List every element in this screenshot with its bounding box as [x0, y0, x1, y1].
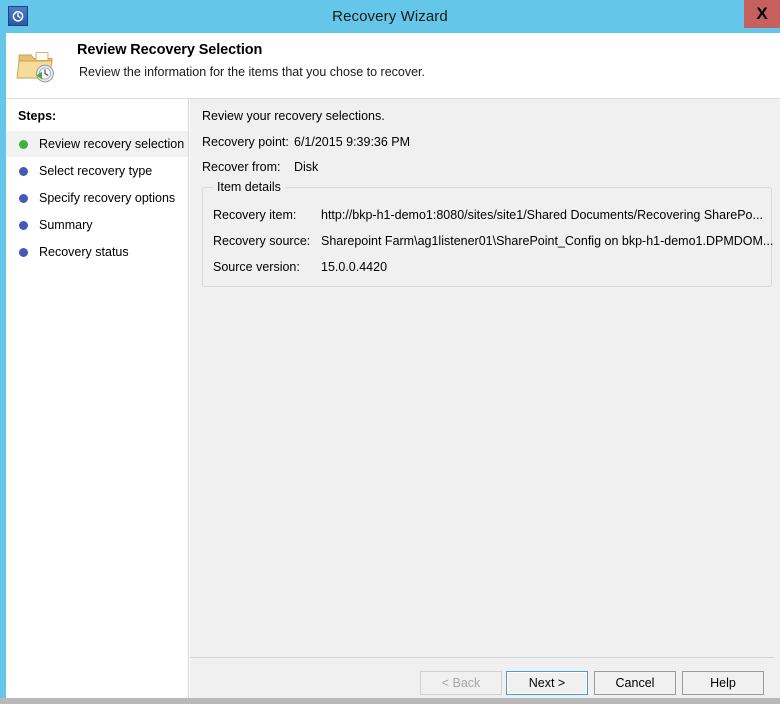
folder-recovery-icon: [16, 46, 58, 86]
window-bottom-border: [0, 698, 780, 704]
recovery-point-row: Recovery point: 6/1/2015 9:39:36 PM: [202, 135, 410, 149]
item-details-legend: Item details: [213, 180, 285, 194]
step-bullet-icon: [19, 247, 28, 257]
step-bullet-icon: [19, 139, 28, 149]
source-version-row: Source version: 15.0.0.4420: [213, 260, 387, 274]
item-details-group: Item details Recovery item: http://bkp-h1…: [202, 180, 773, 287]
intro-text: Review your recovery selections.: [202, 109, 385, 123]
back-button[interactable]: < Back: [420, 671, 502, 695]
recovery-source-label: Recovery source:: [213, 234, 311, 248]
sidebar-item-label: Summary: [39, 218, 93, 232]
main-content-panel: Review your recovery selections. Recover…: [190, 98, 780, 698]
source-version-value: 15.0.0.4420: [321, 260, 388, 274]
sidebar-item-label: Select recovery type: [39, 164, 153, 178]
help-button[interactable]: Help: [682, 671, 764, 695]
next-button[interactable]: Next >: [506, 671, 588, 695]
steps-heading: Steps:: [18, 109, 57, 123]
source-version-label: Source version:: [213, 260, 300, 274]
page-header: Review Recovery Selection Review the inf…: [6, 33, 780, 98]
recover-from-value: Disk: [294, 160, 319, 174]
recovery-source-row: Recovery source: Sharepoint Farm\ag1liste…: [213, 234, 773, 248]
sidebar-item-summary[interactable]: Summary: [6, 212, 188, 238]
close-icon[interactable]: X: [744, 0, 780, 28]
window-title: Recovery Wizard: [332, 8, 448, 25]
step-bullet-icon: [19, 193, 28, 203]
sidebar-item-specify-recovery-options[interactable]: Specify recovery options: [6, 185, 188, 211]
page-subtitle: Review the information for the items tha…: [79, 65, 426, 79]
recovery-item-label: Recovery item:: [213, 208, 297, 222]
sidebar-item-label: Review recovery selection: [39, 137, 185, 151]
recovery-item-value: http://bkp-h1-demo1:8080/sites/site1/Sha…: [321, 208, 763, 222]
recovery-source-value: Sharepoint Farm\ag1listener01\SharePoint…: [321, 234, 774, 248]
sidebar-item-label: Specify recovery options: [39, 191, 176, 205]
sidebar-item-review-recovery-selection[interactable]: Review recovery selection: [6, 131, 188, 157]
recovery-point-value: 6/1/2015 9:39:36 PM: [294, 135, 411, 149]
step-bullet-icon: [19, 220, 28, 230]
page-title: Review Recovery Selection: [77, 42, 263, 58]
recovery-wizard-window: Recovery Wizard X Review Recovery Select…: [0, 0, 780, 704]
recover-from-label: Recover from:: [202, 160, 281, 174]
recovery-point-label: Recovery point:: [202, 135, 289, 149]
sidebar-item-recovery-status[interactable]: Recovery status: [6, 239, 188, 265]
button-bar-divider: [190, 657, 774, 658]
sidebar-item-label: Recovery status: [39, 245, 129, 259]
title-bar: Recovery Wizard X: [0, 0, 780, 33]
cancel-button[interactable]: Cancel: [594, 671, 676, 695]
step-bullet-icon: [19, 166, 28, 176]
recover-from-row: Recover from: Disk: [202, 160, 318, 174]
sidebar-item-select-recovery-type[interactable]: Select recovery type: [6, 158, 188, 184]
recovery-item-row: Recovery item: http://bkp-h1-demo1:8080/s…: [213, 208, 763, 222]
steps-sidebar: Steps: Review recovery selection Select …: [6, 98, 189, 698]
